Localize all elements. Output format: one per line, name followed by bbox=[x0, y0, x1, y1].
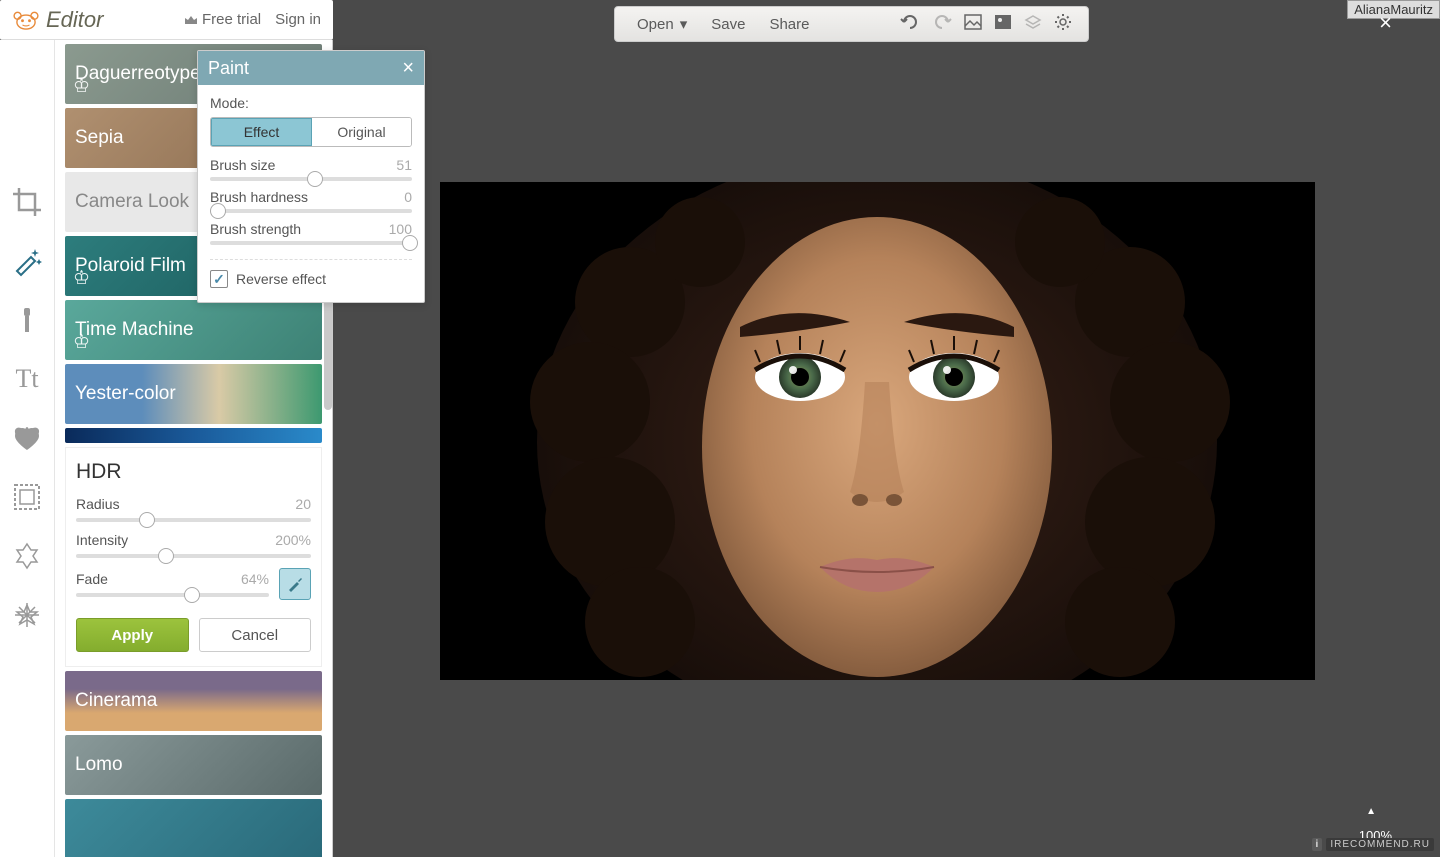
main-toolbar: Open▾ Save Share bbox=[614, 6, 1089, 42]
tool-rail: Tt bbox=[0, 40, 55, 857]
textures-tool[interactable] bbox=[10, 539, 44, 573]
touchup-tool[interactable] bbox=[10, 303, 44, 337]
cancel-button[interactable]: Cancel bbox=[199, 618, 312, 652]
brush-strength-label: Brush strength bbox=[210, 221, 301, 237]
slider-handle[interactable] bbox=[402, 235, 418, 251]
mode-label: Mode: bbox=[210, 95, 412, 111]
app-header: Editor Free trial Sign in bbox=[0, 0, 333, 40]
redo-icon bbox=[932, 14, 952, 30]
reverse-effect-row[interactable]: ✓ Reverse effect bbox=[210, 259, 412, 288]
fade-slider[interactable] bbox=[76, 593, 269, 597]
slider-handle[interactable] bbox=[307, 171, 323, 187]
frames-tool[interactable] bbox=[10, 480, 44, 514]
intensity-label: Intensity bbox=[76, 532, 128, 548]
brush-size-value: 51 bbox=[396, 157, 412, 173]
radius-value: 20 bbox=[295, 496, 311, 512]
text-tool[interactable]: Tt bbox=[10, 362, 44, 396]
layers-icon bbox=[1024, 14, 1042, 30]
paint-title: Paint bbox=[208, 58, 249, 79]
crown-icon: ♔ bbox=[73, 267, 90, 290]
brush-size-label: Brush size bbox=[210, 157, 275, 173]
watermark-text: IRECOMMEND.RU bbox=[1326, 838, 1434, 851]
effect-more[interactable] bbox=[65, 799, 322, 857]
radius-label: Radius bbox=[76, 496, 120, 512]
compare-button[interactable] bbox=[988, 14, 1018, 35]
reverse-label: Reverse effect bbox=[236, 271, 326, 287]
mode-effect-button[interactable]: Effect bbox=[211, 118, 312, 146]
share-button[interactable]: Share bbox=[757, 7, 821, 41]
fit-screen-button[interactable] bbox=[958, 14, 988, 35]
chevron-down-icon: ▾ bbox=[680, 15, 688, 33]
undo-button[interactable] bbox=[894, 14, 926, 35]
zoom-arrow-icon[interactable]: ▲ bbox=[1366, 806, 1376, 817]
gear-icon bbox=[1054, 13, 1072, 31]
reverse-checkbox[interactable]: ✓ bbox=[210, 270, 228, 288]
effect-cinerama[interactable]: Cinerama bbox=[65, 671, 322, 731]
effect-time-machine[interactable]: Time Machine♔ bbox=[65, 300, 322, 360]
fade-value: 64% bbox=[241, 571, 269, 587]
image-alt-icon bbox=[994, 14, 1012, 30]
sign-in-link[interactable]: Sign in bbox=[275, 11, 321, 28]
undo-icon bbox=[900, 14, 920, 30]
close-button[interactable]: × bbox=[1379, 10, 1392, 36]
crown-icon: ♔ bbox=[73, 75, 90, 98]
radius-slider[interactable] bbox=[76, 518, 311, 522]
crown-icon bbox=[184, 14, 198, 26]
watermark: i IRECOMMEND.RU bbox=[1312, 835, 1434, 853]
monkey-logo-icon bbox=[12, 9, 40, 31]
effects-tool[interactable] bbox=[10, 244, 44, 278]
brush-hardness-label: Brush hardness bbox=[210, 189, 308, 205]
layers-button[interactable] bbox=[1018, 14, 1048, 35]
effect-hdr-thumb[interactable] bbox=[65, 428, 322, 443]
effect-yester-color[interactable]: Yester-color bbox=[65, 364, 322, 424]
brush-strength-slider[interactable] bbox=[210, 241, 412, 245]
intensity-value: 200% bbox=[275, 532, 311, 548]
slider-handle[interactable] bbox=[210, 203, 226, 219]
save-button[interactable]: Save bbox=[699, 7, 757, 41]
paint-popup-header[interactable]: Paint × bbox=[198, 51, 424, 85]
paint-toggle-button[interactable] bbox=[279, 568, 311, 600]
hdr-title: HDR bbox=[76, 460, 311, 484]
paint-popup: Paint × Mode: Effect Original Brush size… bbox=[197, 50, 425, 303]
mode-segment: Effect Original bbox=[210, 117, 412, 147]
themes-tool[interactable] bbox=[10, 598, 44, 632]
effect-lomo[interactable]: Lomo bbox=[65, 735, 322, 795]
watermark-badge-icon: i bbox=[1312, 838, 1323, 851]
app-logo: Editor bbox=[12, 7, 103, 33]
slider-handle[interactable] bbox=[158, 548, 174, 564]
redo-button[interactable] bbox=[926, 14, 958, 35]
open-button[interactable]: Open▾ bbox=[625, 7, 699, 41]
brush-hardness-value: 0 bbox=[404, 189, 412, 205]
intensity-slider[interactable] bbox=[76, 554, 311, 558]
graphics-tool[interactable] bbox=[10, 421, 44, 455]
username-tag: AlianaMauritz bbox=[1347, 0, 1440, 19]
free-trial-link[interactable]: Free trial bbox=[184, 11, 261, 28]
fade-label: Fade bbox=[76, 571, 108, 587]
slider-handle[interactable] bbox=[139, 512, 155, 528]
image-icon bbox=[964, 14, 982, 30]
settings-button[interactable] bbox=[1048, 13, 1078, 36]
close-icon[interactable]: × bbox=[402, 57, 414, 80]
mode-original-button[interactable]: Original bbox=[312, 118, 411, 146]
crop-tool[interactable] bbox=[10, 185, 44, 219]
brush-hardness-slider[interactable] bbox=[210, 209, 412, 213]
portrait-illustration bbox=[440, 182, 1315, 680]
brush-icon bbox=[285, 574, 305, 594]
slider-handle[interactable] bbox=[184, 587, 200, 603]
crown-icon: ♔ bbox=[73, 331, 90, 354]
brush-size-slider[interactable] bbox=[210, 177, 412, 181]
canvas-image[interactable] bbox=[440, 182, 1315, 680]
apply-button[interactable]: Apply bbox=[76, 618, 189, 652]
hdr-controls: HDR Radius 20 Intensity 200% Fade 64% Apply… bbox=[65, 447, 322, 667]
app-name: Editor bbox=[46, 7, 103, 33]
